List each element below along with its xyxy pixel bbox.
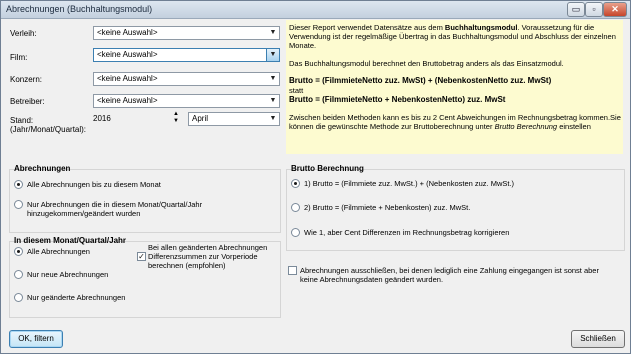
exclude-checkbox[interactable] — [288, 266, 297, 275]
radio-brutto-methode-1-label: 1) Brutto = (Filmmiete zuz. MwSt.) + (Ne… — [304, 179, 515, 188]
info-panel: Dieser Report verwendet Datensätze aus d… — [286, 20, 623, 154]
year-value: 2016 — [93, 114, 111, 123]
statt-text: statt — [289, 86, 304, 95]
month-combo[interactable]: April ▼ — [188, 112, 280, 126]
info-paragraph-2: Das Buchhaltungsmodul berechnet den Brut… — [289, 59, 564, 68]
chevron-down-icon[interactable]: ▼ — [267, 113, 279, 125]
betreiber-combo[interactable]: <keine Auswahl> ▼ — [93, 94, 280, 108]
brutto-title: Brutto Berechnung — [291, 164, 364, 173]
abrechnungen-title: Abrechnungen — [14, 164, 71, 173]
radio-alle-abrechnungen-label: Alle Abrechnungen — [27, 247, 90, 256]
year-stepper[interactable]: ▲ ▼ — [170, 111, 182, 125]
info-paragraph-3-line2: können die gewünschte Methode zur Brutto… — [289, 122, 591, 131]
exclude-checkbox-label-2: keine Abrechnungsdaten geändert wurden. — [300, 275, 444, 284]
verleih-value: <keine Auswahl> — [97, 28, 158, 37]
radio-nur-neue[interactable] — [14, 270, 23, 279]
radio-nur-geaenderte-label: Nur geänderte Abrechnungen — [27, 293, 126, 302]
differenz-checkbox-label: Differenzsummen zur Vorperiode — [148, 252, 258, 261]
chevron-down-icon[interactable]: ▼ — [267, 95, 279, 107]
month-value: April — [192, 114, 209, 123]
betreiber-value: <keine Auswahl> — [97, 96, 158, 105]
radio-nur-geaendert-periode-label-2: hinzugekommen/geändert wurden — [27, 209, 141, 218]
differenz-checkbox[interactable]: ✓ — [137, 252, 146, 261]
chevron-down-icon[interactable]: ▼ — [266, 49, 279, 61]
film-label: Film: — [10, 53, 28, 62]
differenz-hint: Bei allen geänderten Abrechnungen — [148, 243, 268, 252]
monat-title: In diesem Monat/Quartal/Jahr — [14, 236, 127, 245]
info-paragraph-1: Dieser Report verwendet Datensätze aus d… — [289, 23, 594, 32]
info-paragraph-1-line3: Monate. — [289, 41, 317, 50]
radio-nur-geaenderte[interactable] — [14, 293, 23, 302]
formula-2: Brutto = (FilmmieteNetto + NebenkostenNe… — [289, 95, 506, 104]
maximize-button[interactable]: ▫ — [585, 2, 603, 17]
chevron-down-icon[interactable]: ▼ — [267, 27, 279, 39]
verleih-combo[interactable]: <keine Auswahl> ▼ — [93, 26, 280, 40]
info-text: können die gewünschte Methode zur Brutto… — [289, 122, 495, 131]
radio-alle-bis-monat[interactable] — [14, 180, 23, 189]
konzern-label: Konzern: — [10, 75, 43, 84]
radio-nur-geaendert-periode-label: Nur Abrechnungen die in diesem Monat/Qua… — [27, 200, 203, 209]
close-window-button[interactable]: ✕ — [603, 2, 627, 17]
window-title: Abrechnungen (Buchhaltungsmodul) — [6, 4, 153, 14]
info-text: einstellen — [557, 122, 591, 131]
radio-brutto-methode-1[interactable] — [291, 179, 300, 188]
minimize-button[interactable]: ▭ — [567, 2, 585, 17]
radio-brutto-methode-3-label: Wie 1, aber Cent Differenzen im Rechnung… — [304, 228, 510, 237]
exclude-checkbox-label: Abrechnungen ausschließen, bei denen led… — [300, 266, 599, 275]
formula-1: Brutto = (FilmmieteNetto zuz. MwSt) + (N… — [289, 76, 552, 85]
konzern-combo[interactable]: <keine Auswahl> ▼ — [93, 72, 280, 86]
info-bold-text: Buchhaltungsmodul — [444, 23, 518, 32]
radio-alle-bis-monat-label: Alle Abrechnungen bis zu diesem Monat — [27, 180, 161, 189]
dialog-window: Abrechnungen (Buchhaltungsmodul) ▭ ▫ ✕ V… — [0, 0, 631, 354]
film-combo[interactable]: <keine Auswahl> ▼ — [93, 48, 280, 62]
info-paragraph-1-line2: Verwendung ist der regelmäßige Übertrag … — [289, 32, 616, 41]
info-text: Dieser Report verwendet Datensätze aus d… — [289, 23, 445, 32]
betreiber-label: Betreiber: — [10, 97, 45, 106]
stepper-down-icon[interactable]: ▼ — [170, 118, 182, 125]
info-italic-text: Brutto Berechnung — [494, 122, 558, 131]
differenz-checkbox-label-2: berechnen (empfohlen) — [148, 261, 226, 270]
stand-label: Stand: — [10, 116, 34, 125]
ok-filter-button[interactable]: OK, filtern — [9, 330, 63, 348]
radio-nur-neue-label: Nur neue Abrechnungen — [27, 270, 109, 279]
radio-nur-geaendert-periode[interactable] — [14, 200, 23, 209]
chevron-down-icon[interactable]: ▼ — [267, 73, 279, 85]
close-button[interactable]: Schließen — [571, 330, 625, 348]
radio-alle-abrechnungen[interactable] — [14, 247, 23, 256]
radio-brutto-methode-2-label: 2) Brutto = (Filmmiete + Nebenkosten) zu… — [304, 203, 471, 212]
info-text: . Voraussetzung für die — [517, 23, 595, 32]
title-bar: Abrechnungen (Buchhaltungsmodul) ▭ ▫ ✕ — [1, 1, 630, 19]
stepper-up-icon[interactable]: ▲ — [170, 111, 182, 118]
radio-brutto-methode-3[interactable] — [291, 228, 300, 237]
konzern-value: <keine Auswahl> — [97, 74, 158, 83]
film-value: <keine Auswahl> — [97, 50, 158, 59]
info-paragraph-3: Zwischen beiden Methoden kann es bis zu … — [289, 113, 621, 122]
radio-brutto-methode-2[interactable] — [291, 203, 300, 212]
verleih-label: Verleih: — [10, 29, 37, 38]
stand-sublabel: (Jahr/Monat/Quartal): — [10, 125, 87, 134]
